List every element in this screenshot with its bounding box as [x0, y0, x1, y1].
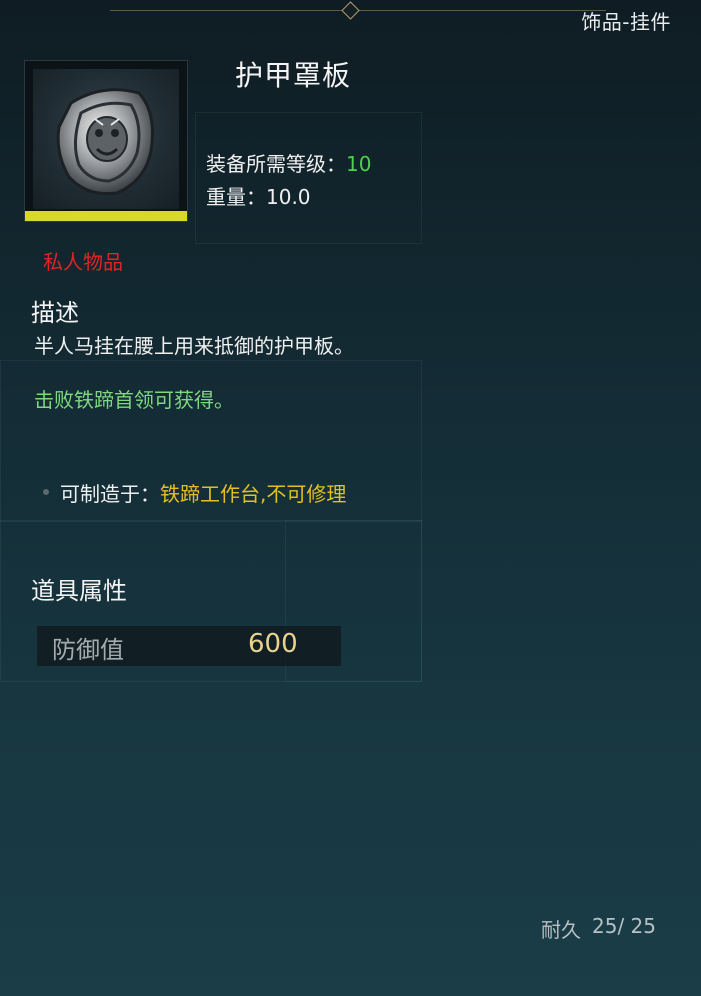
item-source: 击败铁蹄首领可获得。 — [34, 388, 234, 412]
rarity-bar — [25, 211, 187, 221]
personal-item-tag: 私人物品 — [43, 250, 123, 274]
durability-value: 25/ 25 — [592, 914, 656, 938]
crafting-info: 可制造于：铁蹄工作台,不可修理 — [60, 478, 346, 507]
bullet-icon — [43, 489, 49, 495]
required-level-value: 10 — [346, 152, 372, 176]
weight-value: 10.0 — [266, 185, 311, 209]
item-category: 饰品-挂件 — [581, 10, 671, 34]
item-weight: 重量：10.0 — [206, 181, 311, 210]
item-icon-frame — [24, 60, 188, 222]
stat-name: 防御值 — [52, 636, 124, 664]
crafting-value: 铁蹄工作台,不可修理 — [160, 482, 347, 506]
weight-label: 重量： — [206, 185, 266, 209]
item-tooltip: { "category": "饰品-挂件", "item": { "name":… — [0, 0, 701, 996]
durability-label: 耐久 — [541, 918, 581, 942]
armor-plate-icon — [33, 69, 179, 209]
armor-plate-graphic — [56, 88, 154, 196]
description-text: 半人马挂在腰上用来抵御的护甲板。 — [34, 334, 354, 358]
description-heading: 描述 — [31, 299, 79, 327]
stat-row: 防御值 600 — [37, 626, 341, 666]
background-panel — [195, 112, 422, 244]
stat-value: 600 — [248, 629, 298, 659]
properties-heading: 道具属性 — [31, 577, 127, 605]
required-level-label: 装备所需等级： — [206, 152, 346, 176]
item-name: 护甲罩板 — [235, 59, 352, 92]
crafting-label: 可制造于： — [60, 482, 160, 506]
required-level: 装备所需等级：10 — [206, 148, 371, 177]
